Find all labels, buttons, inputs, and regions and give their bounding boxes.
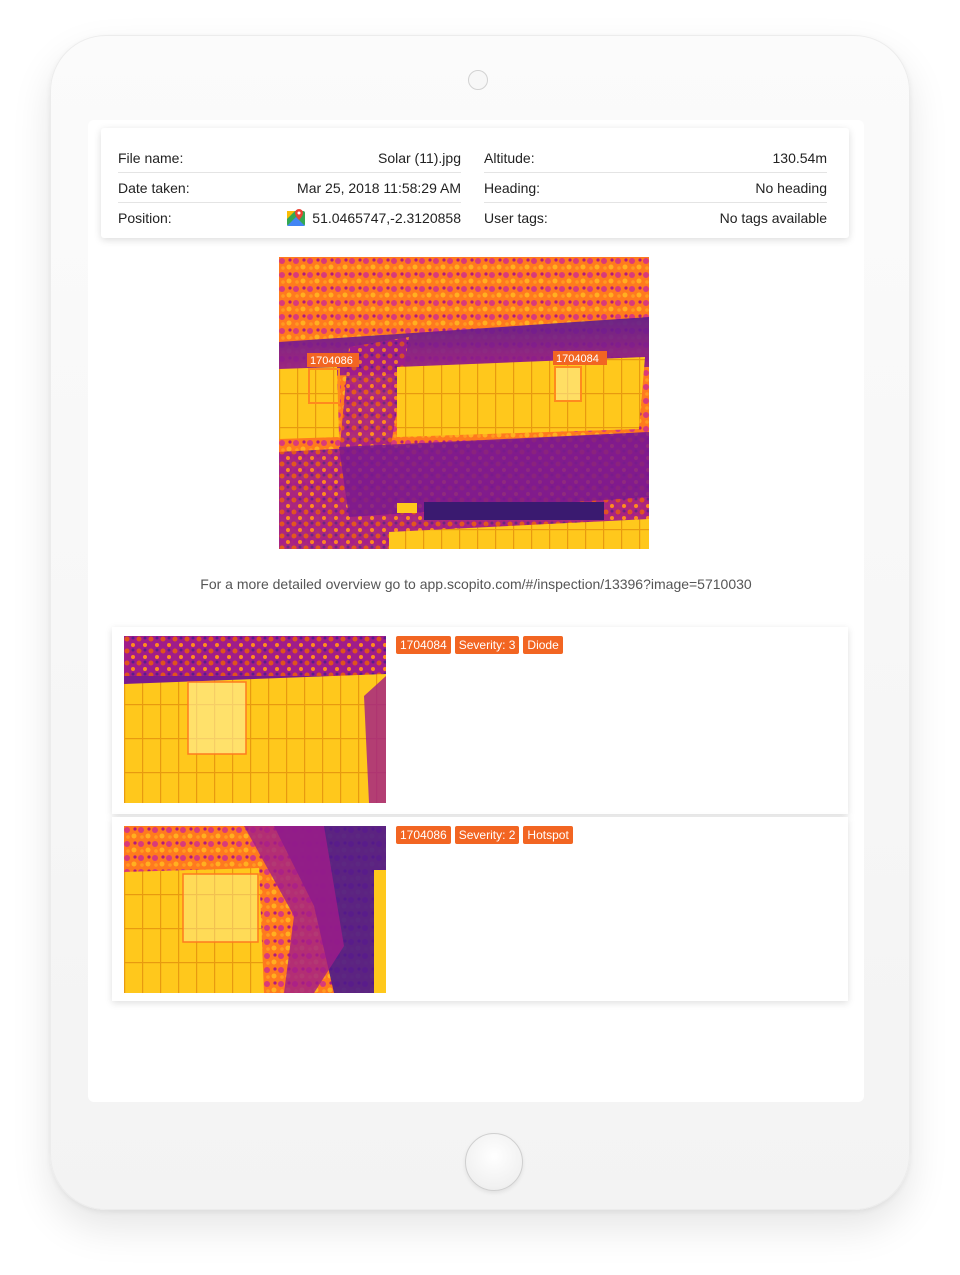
meta-label: User tags: <box>484 210 548 226</box>
metadata-right-column: Altitude: 130.54m Heading: No heading Us… <box>484 144 827 233</box>
finding-card-diode[interactable]: 1704084 Severity: 3 Diode <box>112 627 848 814</box>
metadata-card: File name: Solar (11).jpg Date taken: Ma… <box>101 128 849 238</box>
meta-label: Altitude: <box>484 150 535 166</box>
home-button[interactable] <box>465 1133 523 1191</box>
type-tag: Diode <box>523 636 563 654</box>
finding-tags: 1704084 Severity: 3 Diode <box>396 636 563 654</box>
meta-value: Solar (11).jpg <box>377 150 461 166</box>
meta-label: Position: <box>118 210 172 226</box>
meta-row-date-taken: Date taken: Mar 25, 2018 11:58:29 AM <box>118 174 461 203</box>
finding-tags: 1704086 Severity: 2 Hotspot <box>396 826 573 844</box>
thermal-image[interactable]: 1704086 1704084 <box>279 257 649 549</box>
meta-label: File name: <box>118 150 184 166</box>
meta-row-user-tags: User tags: No tags available <box>484 204 827 232</box>
screen: File name: Solar (11).jpg Date taken: Ma… <box>88 120 864 1102</box>
camera-dot <box>468 70 488 90</box>
meta-value: Mar 25, 2018 11:58:29 AM <box>297 180 461 196</box>
severity-tag: Severity: 3 <box>454 636 520 654</box>
meta-value: No tags available <box>719 210 827 226</box>
tablet-frame: File name: Solar (11).jpg Date taken: Ma… <box>50 35 910 1210</box>
position-coordinates[interactable]: 51.0465747,-2.3120858 <box>312 210 461 226</box>
meta-row-heading: Heading: No heading <box>484 174 827 203</box>
finding-id-tag: 1704086 <box>396 826 451 844</box>
meta-row-position: Position: 51.0465747,-2.3120858 <box>118 204 461 232</box>
finding-crop-image[interactable] <box>124 826 386 993</box>
meta-value: No heading <box>755 180 827 196</box>
type-tag: Hotspot <box>523 826 573 844</box>
finding-id-tag: 1704084 <box>396 636 451 654</box>
position-value-wrap: 51.0465747,-2.3120858 <box>286 208 461 228</box>
marker-label-1704084: 1704084 <box>556 353 599 365</box>
meta-label: Heading: <box>484 180 541 196</box>
finding-card-hotspot[interactable]: 1704086 Severity: 2 Hotspot <box>112 817 848 1001</box>
meta-row-file-name: File name: Solar (11).jpg <box>118 144 461 173</box>
finding-crop-image[interactable] <box>124 636 386 803</box>
meta-row-altitude: Altitude: 130.54m <box>484 144 827 173</box>
meta-value: 130.54m <box>772 150 827 166</box>
severity-tag: Severity: 2 <box>454 826 520 844</box>
overview-link-text[interactable]: For a more detailed overview go to app.s… <box>88 576 864 592</box>
meta-label: Date taken: <box>118 180 190 196</box>
google-maps-icon[interactable] <box>286 208 306 228</box>
marker-label-1704086: 1704086 <box>310 355 353 367</box>
metadata-left-column: File name: Solar (11).jpg Date taken: Ma… <box>118 144 461 233</box>
